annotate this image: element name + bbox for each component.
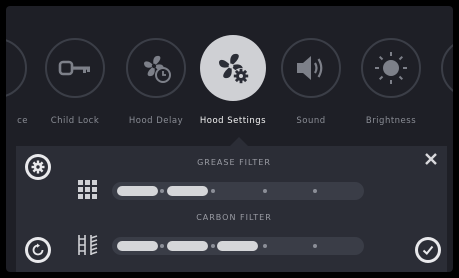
segment-dot [263,189,267,193]
carousel-item-brightness[interactable]: Brightness [352,38,430,126]
carousel-item-label: ce [17,116,28,126]
partial-icon [6,38,27,98]
level-segment [217,241,258,251]
segment-dot [211,189,215,193]
hood-control-screen: ce Child Lock Hood Delay Hood Settings S… [6,6,453,272]
check-icon [422,245,434,255]
partial-icon [441,38,453,98]
carousel-item-partial-right[interactable] [432,38,453,98]
fan-timer-icon [144,55,171,83]
settings-button[interactable] [25,154,51,180]
level-segment [117,241,158,251]
segment-dot [313,244,317,248]
close-icon [425,153,437,165]
key-icon [58,60,90,76]
gear-icon [31,160,45,174]
sun-icon [375,52,407,84]
close-button[interactable] [423,152,439,168]
carousel-item-child-lock[interactable]: Child Lock [36,38,114,126]
reset-button[interactable] [25,237,51,263]
settings-carousel: ce Child Lock Hood Delay Hood Settings S… [6,6,453,136]
carousel-item-hood-settings[interactable]: Hood Settings [194,35,272,126]
fan-gear-icon [219,53,249,84]
carousel-item-label: Sound [296,116,326,126]
level-segment [167,186,208,196]
carbon-filter-level [112,237,364,255]
speaker-icon [297,56,323,80]
confirm-button[interactable] [415,237,441,263]
reset-icon [32,243,44,256]
carousel-item-partial[interactable]: ce [6,38,36,126]
segment-dot [211,244,215,248]
grease-filter-title: GREASE FILTER [197,158,271,167]
carousel-item-label: Hood Settings [199,116,267,126]
carousel-item-label: Child Lock [50,116,100,126]
active-item-pointer [230,137,248,146]
carbon-filter-icon [78,235,98,255]
grease-filter-icon [78,180,97,199]
grease-filter-level [112,182,364,200]
carbon-filter-title: CARBON FILTER [196,213,272,222]
carousel-item-label: Hood Delay [128,116,184,126]
level-segment [167,241,208,251]
hood-settings-panel: GREASE FILTER CARBON FILTER [16,146,447,272]
level-segment [117,186,158,196]
segment-dot [160,244,164,248]
carousel-item-label: Brightness [365,116,417,126]
segment-dot [160,189,164,193]
carousel-item-hood-delay[interactable]: Hood Delay [117,38,195,126]
segment-dot [263,244,267,248]
segment-dot [313,189,317,193]
carousel-item-sound[interactable]: Sound [272,38,350,126]
